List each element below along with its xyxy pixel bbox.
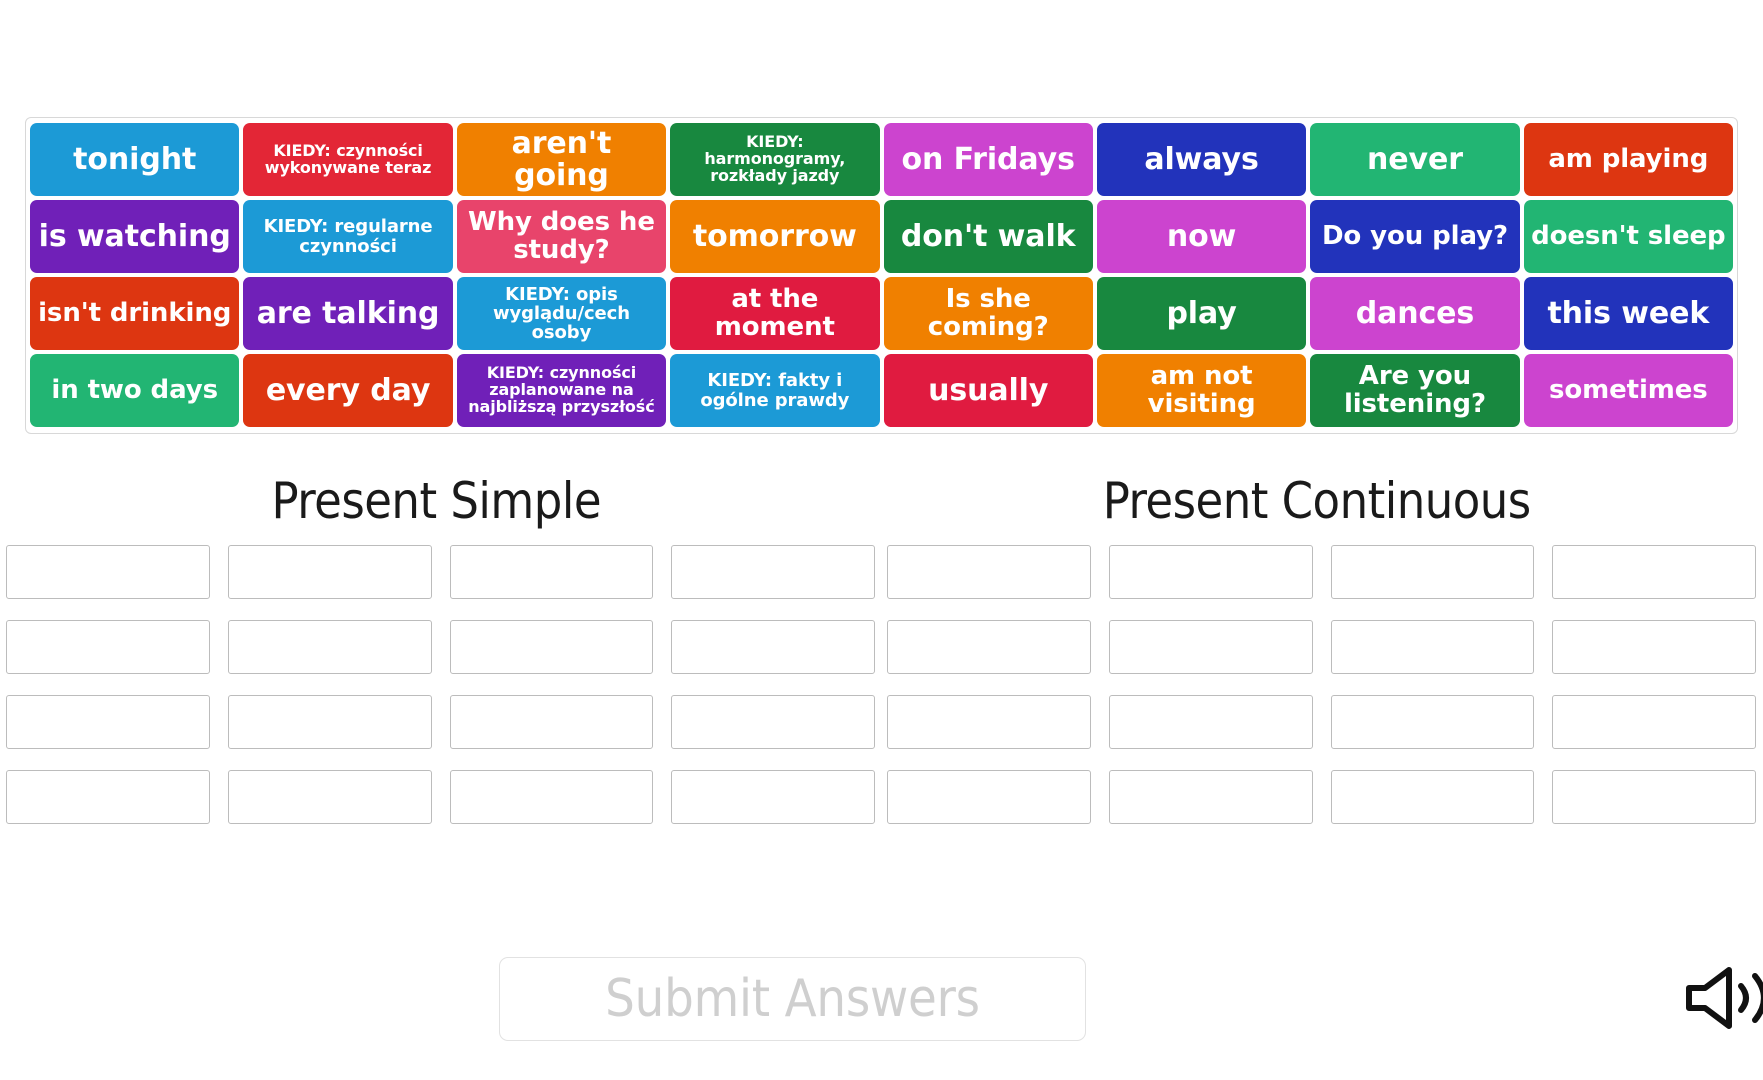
word-tile[interactable]: tonight <box>30 123 240 196</box>
drop-slot[interactable] <box>6 695 210 749</box>
drop-slot-row <box>6 620 875 674</box>
word-tile[interactable]: every day <box>243 354 453 427</box>
drop-slot[interactable] <box>6 545 210 599</box>
drop-slot-row <box>6 770 875 824</box>
drop-slot[interactable] <box>671 695 875 749</box>
word-tile[interactable]: don't walk <box>883 200 1093 273</box>
drop-slot[interactable] <box>1108 620 1313 674</box>
drop-slot[interactable] <box>6 770 210 824</box>
word-tile[interactable]: this week <box>1523 277 1733 350</box>
word-tile[interactable]: aren't going <box>456 123 667 196</box>
drop-slot[interactable] <box>227 545 432 599</box>
drop-slot[interactable] <box>671 545 875 599</box>
drop-slot[interactable] <box>1330 770 1535 824</box>
word-tile[interactable]: dances <box>1310 277 1520 350</box>
word-bank-row: is watching KIEDY: regularne czynności Why… <box>30 200 1733 273</box>
drop-slot[interactable] <box>449 545 654 599</box>
drop-slot-row <box>887 545 1756 599</box>
drop-slot-row <box>887 770 1756 824</box>
word-tile[interactable]: is watching <box>30 200 240 273</box>
drop-slot[interactable] <box>227 620 432 674</box>
word-bank-row: isn't drinking are talking KIEDY: opis wyg… <box>30 277 1733 350</box>
word-tile[interactable]: KIEDY: czynności zaplanowane na najbliżs… <box>456 354 667 427</box>
word-tile[interactable]: play <box>1096 277 1307 350</box>
word-tile[interactable]: now <box>1096 200 1307 273</box>
word-tile[interactable]: am playing <box>1523 123 1733 196</box>
drop-zone-present-simple[interactable] <box>0 545 881 824</box>
word-tile[interactable]: am not visiting <box>1096 354 1307 427</box>
word-tile[interactable]: always <box>1096 123 1307 196</box>
word-bank-row: tonight KIEDY: czynności wykonywane teraz… <box>30 123 1733 196</box>
word-tile[interactable]: KIEDY: regularne czynności <box>243 200 453 273</box>
drop-slot[interactable] <box>887 770 1091 824</box>
drop-slot[interactable] <box>1552 545 1756 599</box>
word-tile[interactable]: are talking <box>243 277 453 350</box>
drop-slot[interactable] <box>449 695 654 749</box>
drop-zone-present-continuous[interactable] <box>881 545 1762 824</box>
drop-slot[interactable] <box>1108 695 1313 749</box>
drop-slot[interactable] <box>1552 770 1756 824</box>
drop-slot[interactable] <box>1330 620 1535 674</box>
word-tile[interactable]: KIEDY: czynności wykonywane teraz <box>243 123 453 196</box>
category-titles: Present Simple Present Continuous <box>0 472 1763 530</box>
word-tile[interactable]: isn't drinking <box>30 277 240 350</box>
drop-slot[interactable] <box>227 695 432 749</box>
drop-slot[interactable] <box>449 770 654 824</box>
word-bank-row: in two days every day KIEDY: czynności zap… <box>30 354 1733 427</box>
word-bank: tonight KIEDY: czynności wykonywane teraz… <box>25 117 1738 434</box>
drop-slot[interactable] <box>1108 545 1313 599</box>
word-tile[interactable]: usually <box>883 354 1093 427</box>
word-tile[interactable]: KIEDY: harmonogramy, rozkłady jazdy <box>670 123 880 196</box>
word-tile[interactable]: tomorrow <box>670 200 880 273</box>
word-tile[interactable]: in two days <box>30 354 240 427</box>
drop-slot[interactable] <box>887 620 1091 674</box>
drop-slot[interactable] <box>1552 620 1756 674</box>
word-tile[interactable]: doesn't sleep <box>1523 200 1733 273</box>
word-tile[interactable]: at the moment <box>670 277 880 350</box>
word-tile[interactable]: never <box>1310 123 1520 196</box>
drop-slot[interactable] <box>1108 770 1313 824</box>
drop-slot[interactable] <box>887 545 1091 599</box>
word-tile[interactable]: Do you play? <box>1310 200 1520 273</box>
drop-slot[interactable] <box>227 770 432 824</box>
word-tile[interactable]: KIEDY: opis wyglądu/cech osoby <box>456 277 667 350</box>
drop-slot-row <box>6 695 875 749</box>
word-tile[interactable]: Why does he study? <box>456 200 667 273</box>
drop-slot-row <box>887 620 1756 674</box>
drop-slot[interactable] <box>887 695 1091 749</box>
word-tile[interactable]: on Fridays <box>883 123 1093 196</box>
drop-slot[interactable] <box>1552 695 1756 749</box>
drop-slot-row <box>887 695 1756 749</box>
drop-zones <box>0 545 1763 824</box>
submit-answers-button[interactable]: Submit Answers <box>499 957 1086 1041</box>
drop-slot[interactable] <box>671 620 875 674</box>
drop-slot[interactable] <box>1330 545 1535 599</box>
category-title-present-simple: Present Simple <box>271 472 602 530</box>
word-tile[interactable]: KIEDY: fakty i ogólne prawdy <box>670 354 880 427</box>
drop-slot[interactable] <box>1330 695 1535 749</box>
word-tile[interactable]: Are you listening? <box>1310 354 1520 427</box>
activity-page: tonight KIEDY: czynności wykonywane teraz… <box>0 0 1763 1080</box>
drop-slot[interactable] <box>671 770 875 824</box>
word-tile[interactable]: sometimes <box>1523 354 1733 427</box>
category-title-present-continuous: Present Continuous <box>1102 472 1531 530</box>
drop-slot-row <box>6 545 875 599</box>
drop-slot[interactable] <box>6 620 210 674</box>
word-tile[interactable]: Is she coming? <box>883 277 1093 350</box>
drop-slot[interactable] <box>449 620 654 674</box>
speaker-icon[interactable] <box>1685 962 1763 1032</box>
